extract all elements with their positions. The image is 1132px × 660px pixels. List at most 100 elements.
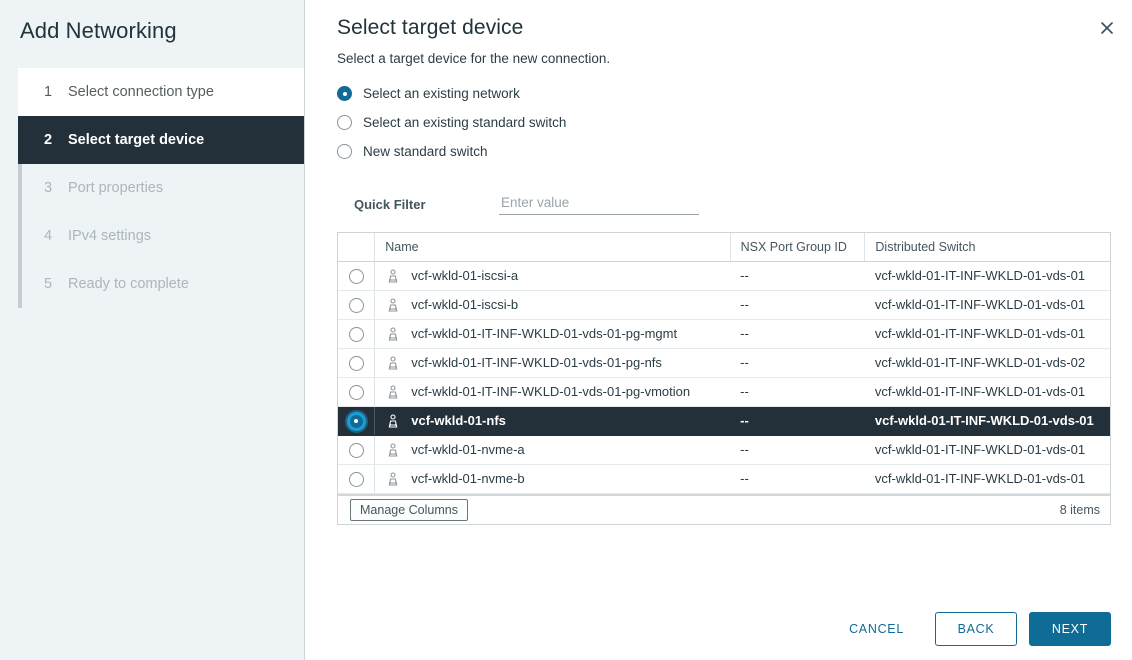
wizard-footer: CANCEL BACK NEXT (830, 612, 1111, 646)
sidebar-step-select-target-device[interactable]: 2 Select target device (18, 116, 304, 164)
row-vds-cell: vcf-wkld-01-IT-INF-WKLD-01-vds-01 (865, 261, 1110, 290)
column-header-nsx-port-group-id[interactable]: NSX Port Group ID (730, 233, 865, 261)
quick-filter-row: Quick Filter (337, 193, 1111, 215)
row-select-cell[interactable] (338, 406, 375, 435)
row-nsx-cell: -- (730, 319, 865, 348)
table-row[interactable]: vcf-wkld-01-nvme-a -- vcf-wkld-01-IT-INF… (338, 435, 1110, 464)
row-radio[interactable] (349, 385, 364, 400)
row-name-text: vcf-wkld-01-IT-INF-WKLD-01-vds-01-pg-mgm… (411, 326, 677, 341)
table-footer: Manage Columns 8 items (338, 494, 1110, 524)
row-name-text: vcf-wkld-01-iscsi-a (411, 268, 518, 283)
row-vds-cell: vcf-wkld-01-IT-INF-WKLD-01-vds-01 (865, 435, 1110, 464)
table-row-selected[interactable]: vcf-wkld-01-nfs -- vcf-wkld-01-IT-INF-WK… (338, 406, 1110, 435)
target-device-table: Name NSX Port Group ID Distributed Switc… (337, 232, 1111, 525)
network-port-group-icon (385, 471, 401, 487)
cancel-button[interactable]: CANCEL (830, 612, 923, 646)
network-port-group-icon (385, 297, 401, 313)
row-select-cell[interactable] (338, 435, 375, 464)
row-radio[interactable] (349, 327, 364, 342)
step-number: 3 (44, 180, 62, 196)
radio-select-existing-standard-switch[interactable]: Select an existing standard switch (337, 108, 1111, 137)
back-button[interactable]: BACK (935, 612, 1017, 646)
row-name-cell: vcf-wkld-01-IT-INF-WKLD-01-vds-01-pg-vmo… (375, 377, 730, 406)
step-label: Select target device (68, 132, 204, 148)
table-row[interactable]: vcf-wkld-01-IT-INF-WKLD-01-vds-01-pg-mgm… (338, 319, 1110, 348)
network-port-group-icon (385, 326, 401, 342)
row-radio[interactable] (349, 443, 364, 458)
row-radio[interactable] (349, 298, 364, 313)
step-number: 4 (44, 228, 62, 244)
column-header-distributed-switch[interactable]: Distributed Switch (865, 233, 1110, 261)
row-name-cell: vcf-wkld-01-nfs (375, 406, 730, 435)
row-name-cell: vcf-wkld-01-iscsi-a (375, 261, 730, 290)
close-icon[interactable] (1095, 16, 1119, 40)
row-radio[interactable] (349, 472, 364, 487)
row-vds-cell: vcf-wkld-01-IT-INF-WKLD-01-vds-01 (865, 377, 1110, 406)
wizard-sidebar: Add Networking 1 Select connection type … (0, 0, 305, 660)
table-row[interactable]: vcf-wkld-01-IT-INF-WKLD-01-vds-01-pg-vmo… (338, 377, 1110, 406)
network-port-group-icon (385, 355, 401, 371)
quick-filter-input[interactable] (499, 193, 699, 215)
manage-columns-button[interactable]: Manage Columns (350, 499, 468, 521)
row-vds-cell: vcf-wkld-01-IT-INF-WKLD-01-vds-02 (865, 348, 1110, 377)
network-port-group-icon (385, 413, 401, 429)
step-number: 2 (44, 132, 62, 148)
column-header-name[interactable]: Name (375, 233, 730, 261)
table-row[interactable]: vcf-wkld-01-IT-INF-WKLD-01-vds-01-pg-nfs… (338, 348, 1110, 377)
row-vds-cell: vcf-wkld-01-IT-INF-WKLD-01-vds-01 (865, 319, 1110, 348)
row-name-text: vcf-wkld-01-IT-INF-WKLD-01-vds-01-pg-vmo… (411, 384, 690, 399)
row-select-cell[interactable] (338, 348, 375, 377)
page-title: Select target device (337, 16, 1111, 40)
row-select-cell[interactable] (338, 261, 375, 290)
row-select-cell[interactable] (338, 377, 375, 406)
row-nsx-cell: -- (730, 348, 865, 377)
row-radio[interactable] (349, 414, 364, 429)
row-nsx-cell: -- (730, 435, 865, 464)
radio-label: Select an existing standard switch (363, 115, 566, 130)
row-name-text: vcf-wkld-01-nvme-b (411, 471, 524, 486)
radio-label: New standard switch (363, 144, 488, 159)
row-name-text: vcf-wkld-01-IT-INF-WKLD-01-vds-01-pg-nfs (411, 355, 662, 370)
quick-filter-label: Quick Filter (354, 197, 499, 212)
row-select-cell[interactable] (338, 464, 375, 493)
row-nsx-cell: -- (730, 261, 865, 290)
row-select-cell[interactable] (338, 290, 375, 319)
sidebar-step-ipv4-settings: 4 IPv4 settings (18, 212, 304, 260)
step-number: 1 (44, 84, 62, 100)
network-port-group-icon (385, 268, 401, 284)
row-vds-cell: vcf-wkld-01-IT-INF-WKLD-01-vds-01 (865, 406, 1110, 435)
table-header-row: Name NSX Port Group ID Distributed Switc… (338, 233, 1110, 261)
network-port-group-icon (385, 442, 401, 458)
radio-indicator (337, 86, 352, 101)
row-vds-cell: vcf-wkld-01-IT-INF-WKLD-01-vds-01 (865, 290, 1110, 319)
row-name-cell: vcf-wkld-01-IT-INF-WKLD-01-vds-01-pg-mgm… (375, 319, 730, 348)
radio-indicator (337, 144, 352, 159)
row-name-cell: vcf-wkld-01-IT-INF-WKLD-01-vds-01-pg-nfs (375, 348, 730, 377)
step-label: IPv4 settings (68, 228, 151, 244)
radio-indicator (337, 115, 352, 130)
add-networking-wizard: Add Networking 1 Select connection type … (0, 0, 1132, 660)
row-name-text: vcf-wkld-01-nfs (411, 413, 506, 428)
wizard-main-panel: Select target device Select a target dev… (305, 0, 1132, 660)
table-row[interactable]: vcf-wkld-01-iscsi-a -- vcf-wkld-01-IT-IN… (338, 261, 1110, 290)
next-button[interactable]: NEXT (1029, 612, 1111, 646)
row-vds-cell: vcf-wkld-01-IT-INF-WKLD-01-vds-01 (865, 464, 1110, 493)
row-name-cell: vcf-wkld-01-nvme-a (375, 435, 730, 464)
row-select-cell[interactable] (338, 319, 375, 348)
table-row[interactable]: vcf-wkld-01-iscsi-b -- vcf-wkld-01-IT-IN… (338, 290, 1110, 319)
radio-select-existing-network[interactable]: Select an existing network (337, 79, 1111, 108)
table-row[interactable]: vcf-wkld-01-nvme-b -- vcf-wkld-01-IT-INF… (338, 464, 1110, 493)
row-nsx-cell: -- (730, 290, 865, 319)
item-count-label: 8 items (1060, 503, 1100, 517)
table-body: vcf-wkld-01-iscsi-a -- vcf-wkld-01-IT-IN… (338, 261, 1110, 493)
sidebar-step-select-connection-type[interactable]: 1 Select connection type (18, 68, 304, 116)
row-name-text: vcf-wkld-01-nvme-a (411, 442, 524, 457)
row-name-cell: vcf-wkld-01-iscsi-b (375, 290, 730, 319)
step-label: Port properties (68, 180, 163, 196)
sidebar-step-ready-to-complete: 5 Ready to complete (18, 260, 304, 308)
radio-new-standard-switch[interactable]: New standard switch (337, 137, 1111, 166)
step-label: Ready to complete (68, 276, 189, 292)
target-device-radio-group: Select an existing network Select an exi… (337, 79, 1111, 166)
row-radio[interactable] (349, 269, 364, 284)
row-radio[interactable] (349, 356, 364, 371)
